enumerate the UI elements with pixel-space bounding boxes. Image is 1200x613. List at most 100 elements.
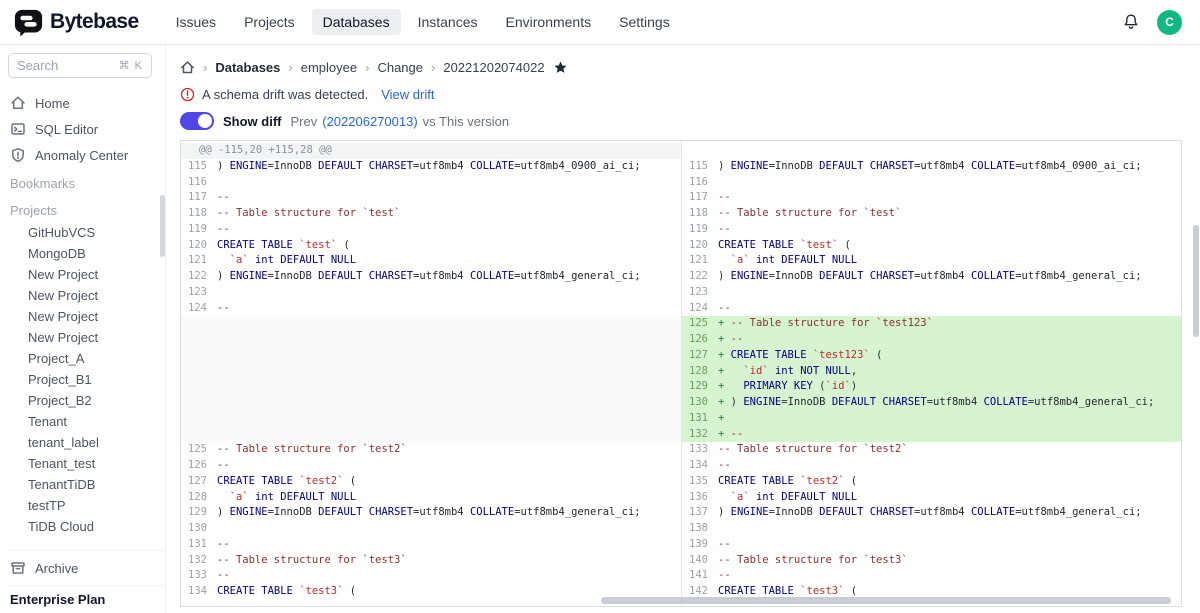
diff-line: 120CREATE TABLE `test` ( [181,238,681,254]
line-number [682,143,718,159]
line-number: 131 [181,537,217,553]
sidebar-item-anomaly-center[interactable]: Anomaly Center [8,142,165,168]
diff-line: 131-- [181,537,681,553]
diff-line [181,332,681,348]
line-number: 129 [181,505,217,521]
line-number [181,379,217,395]
page-scrollbar[interactable] [1193,225,1199,337]
plan-badge: Enterprise Plan [8,585,165,613]
line-number: 118 [181,206,217,222]
nav-item-settings[interactable]: Settings [608,9,681,35]
diff-line: 141-- [682,568,1181,584]
bookmark-star-icon[interactable] [553,60,568,75]
sidebar-item-archive[interactable]: Archive [8,555,165,581]
sidebar-project-item[interactable]: testTP [8,495,165,516]
diff-right-panel: 115) ENGINE=InnoDB DEFAULT CHARSET=utf8m… [681,141,1181,606]
diff-line: 123 [181,285,681,301]
line-number: 119 [682,222,718,238]
sidebar-project-item[interactable]: New Project [8,306,165,327]
show-diff-toggle[interactable] [180,112,214,130]
line-number: 136 [682,490,718,506]
sidebar-item-home[interactable]: Home [8,90,165,116]
line-number [181,427,217,443]
line-number: 120 [181,238,217,254]
sidebar-project-item[interactable]: Project_B2 [8,390,165,411]
sidebar-project-item[interactable]: MongoDB [8,243,165,264]
line-number: 133 [682,442,718,458]
nav-item-issues[interactable]: Issues [165,9,227,35]
line-number: 116 [181,175,217,191]
diff-line-added: 131+ [682,411,1181,427]
diff-line: 126-- [181,458,681,474]
sidebar-scrollbar[interactable] [160,195,165,257]
schema-drift-alert: A schema drift was detected. View drift [180,85,1182,103]
sidebar-section-bookmarks[interactable]: Bookmarks [8,171,165,195]
sidebar-project-item[interactable]: tenant_label [8,432,165,453]
diff-line: 122) ENGINE=InnoDB DEFAULT CHARSET=utf8m… [682,269,1181,285]
main-content: › Databases › employee › Change › 202212… [166,45,1200,613]
diff-line-added: 128+ `id` int NOT NULL, [682,364,1181,380]
sidebar-item-label: Anomaly Center [35,148,128,163]
line-number: 140 [682,553,718,569]
prev-version-link[interactable]: (202206270013) [322,114,417,129]
line-number: 127 [181,474,217,490]
diff-line: 123 [682,285,1181,301]
sidebar-section-projects[interactable]: Projects [8,198,165,222]
diff-line: 135CREATE TABLE `test2` ( [682,474,1181,490]
notification-bell-icon[interactable] [1121,12,1141,32]
sidebar-project-item[interactable]: New Project [8,327,165,348]
diff-line: 119-- [181,222,681,238]
line-number: 116 [682,175,718,191]
line-number: 115 [682,159,718,175]
line-number [181,348,217,364]
nav-item-databases[interactable]: Databases [312,9,401,35]
line-number: 117 [682,190,718,206]
search-shortcut: ⌘ K [119,59,143,72]
diff-line-added: 126+ -- [682,332,1181,348]
sidebar-item-label: Archive [35,561,78,576]
search-input[interactable]: Search ⌘ K [8,53,152,78]
bytebase-logo[interactable]: Bytebase [14,8,139,37]
diff-line [181,316,681,332]
diff-line: 118-- Table structure for `test` [181,206,681,222]
breadcrumb-database-employee[interactable]: employee [301,60,357,75]
nav-item-environments[interactable]: Environments [495,9,603,35]
user-avatar[interactable]: C [1157,10,1182,35]
diff-line: 116 [181,175,681,191]
line-number: 118 [682,206,718,222]
sidebar-project-item[interactable]: TenantTiDB [8,474,165,495]
breadcrumb-home-icon[interactable] [180,60,195,75]
top-navbar: Bytebase IssuesProjectsDatabasesInstance… [0,0,1200,45]
sidebar-project-item[interactable]: New Project [8,264,165,285]
sidebar-project-item[interactable]: Tenant_test [8,453,165,474]
line-number: 134 [181,584,217,600]
diff-horizontal-scrollbar[interactable] [601,597,1171,604]
sidebar-project-item[interactable]: New Project [8,285,165,306]
line-number: 128 [682,364,718,380]
diff-line: 136 `a` int DEFAULT NULL [682,490,1181,506]
sidebar-project-item[interactable]: Project_B1 [8,369,165,390]
sidebar-project-item[interactable]: Tenant [8,411,165,432]
diff-line-added: 130+ ) ENGINE=InnoDB DEFAULT CHARSET=utf… [682,395,1181,411]
archive-box-icon [10,560,26,576]
line-number: 119 [181,222,217,238]
nav-item-projects[interactable]: Projects [233,9,306,35]
view-drift-link[interactable]: View drift [381,87,434,102]
diff-line: 137) ENGINE=InnoDB DEFAULT CHARSET=utf8m… [682,505,1181,521]
breadcrumb-change[interactable]: Change [377,60,423,75]
diff-line: 115) ENGINE=InnoDB DEFAULT CHARSET=utf8m… [682,159,1181,175]
line-number: 128 [181,490,217,506]
breadcrumb-databases[interactable]: Databases [215,60,280,75]
line-number: 137 [682,505,718,521]
diff-line: 117-- [682,190,1181,206]
sidebar-project-item[interactable]: TiDB Cloud [8,516,165,537]
breadcrumb-version[interactable]: 20221202074022 [443,60,544,75]
line-number: 133 [181,568,217,584]
sidebar-item-sql-editor[interactable]: SQL Editor [8,116,165,142]
sidebar-project-item[interactable]: GitHubVCS [8,222,165,243]
diff-line: 117-- [181,190,681,206]
sidebar-item-label: SQL Editor [35,122,98,137]
nav-item-instances[interactable]: Instances [407,9,489,35]
sidebar-project-item[interactable]: Project_A [8,348,165,369]
sidebar: Search ⌘ K Home SQL Editor [0,45,166,613]
